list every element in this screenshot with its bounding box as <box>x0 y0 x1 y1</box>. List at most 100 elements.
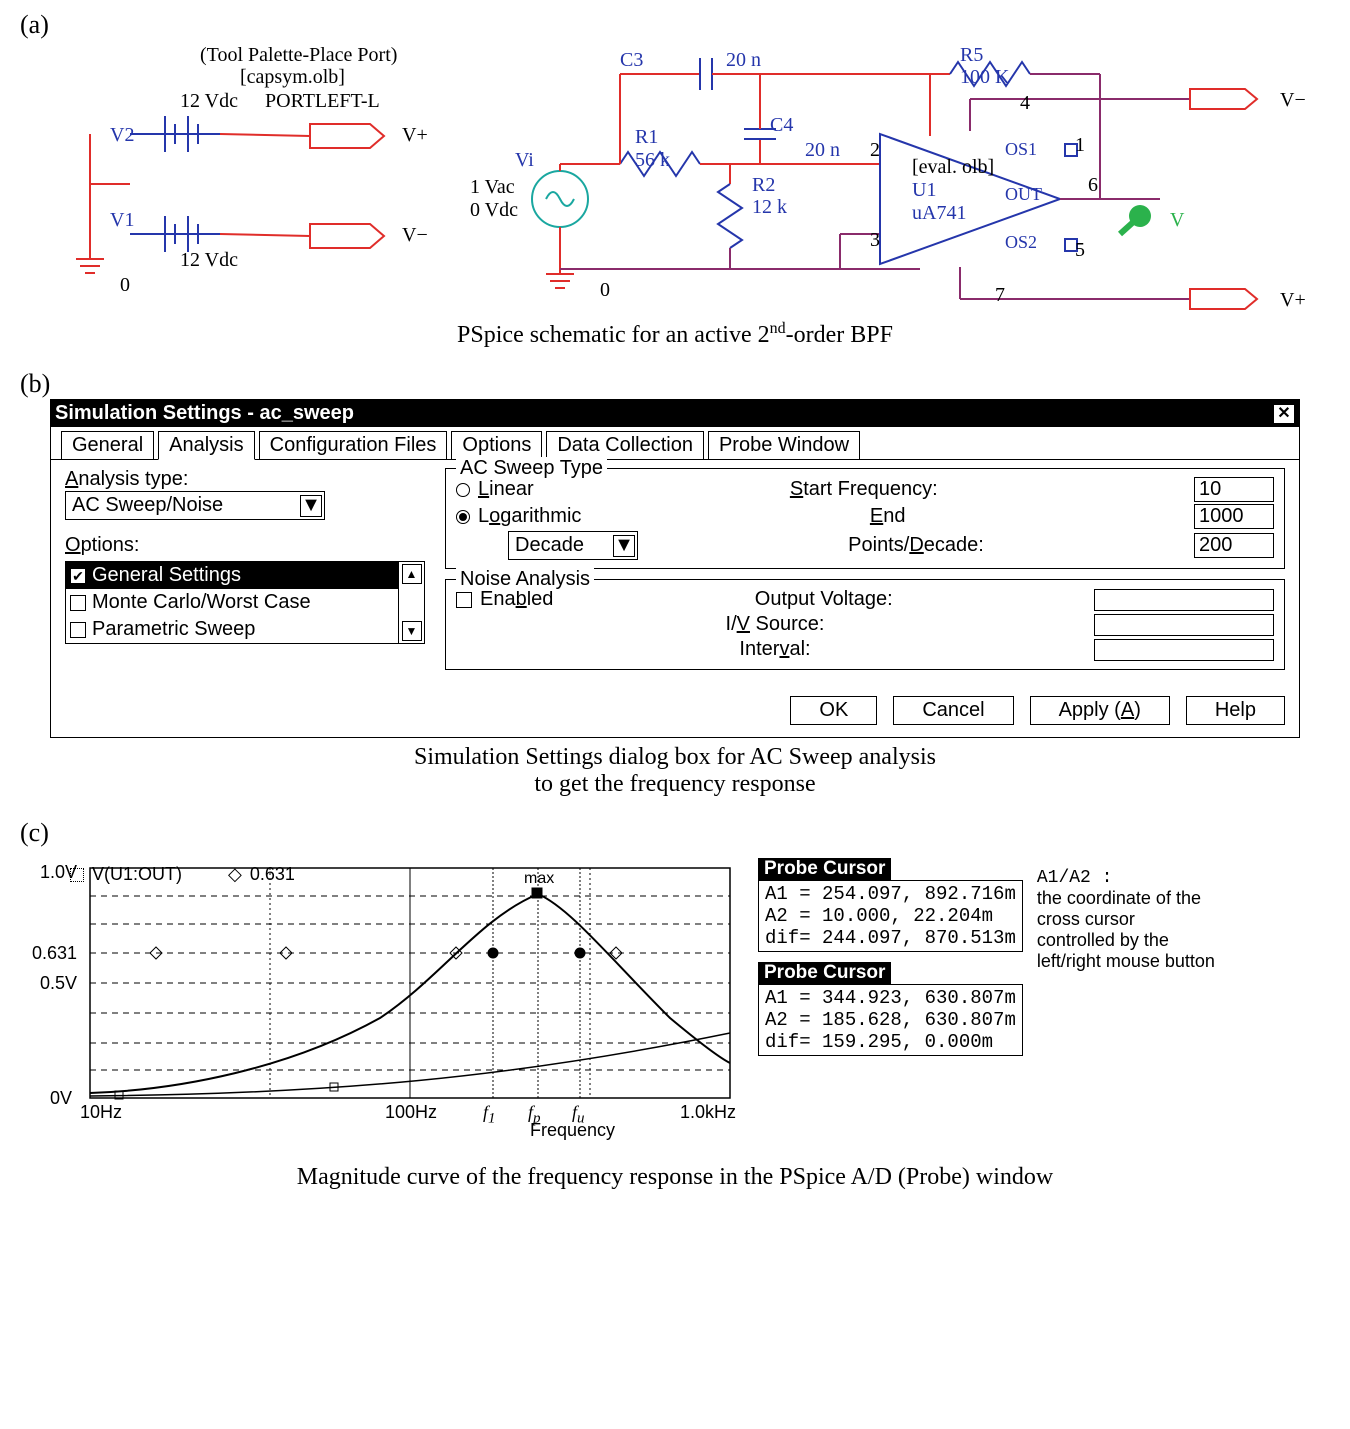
probe-cursor-header-1: Probe Cursor <box>758 858 891 880</box>
log-radio-row[interactable]: Logarithmic <box>456 505 581 528</box>
checkbox-icon[interactable] <box>70 622 86 638</box>
section-c-label: (c) <box>20 818 49 847</box>
ytick-1v: 1.0V <box>40 862 77 883</box>
points-per-decade-input[interactable]: 200 <box>1194 533 1274 558</box>
noise-legend: Noise Analysis <box>456 568 594 591</box>
xtick-100hz: 100Hz <box>385 1102 437 1123</box>
max-marker: max <box>524 870 554 888</box>
tab-config-files[interactable]: Configuration Files <box>259 431 448 460</box>
tabstrip: General Analysis Configuration Files Opt… <box>51 427 1299 460</box>
options-label: Options: <box>65 534 425 557</box>
r1-value: 56 k <box>635 149 670 172</box>
pin2: 2 <box>870 139 880 162</box>
option-parametric-sweep[interactable]: Parametric Sweep <box>66 616 398 643</box>
interval-input[interactable] <box>1094 639 1274 661</box>
tab-options[interactable]: Options <box>451 431 542 460</box>
ua741-label: uA741 <box>912 202 966 225</box>
radio-icon[interactable] <box>456 483 470 497</box>
vac-label: 1 Vac <box>470 176 515 199</box>
close-icon[interactable]: ✕ <box>1273 404 1295 424</box>
gnd0-left: 0 <box>120 274 130 297</box>
tab-probe-window[interactable]: Probe Window <box>708 431 860 460</box>
evalolb-note: [eval. olb] <box>912 156 994 179</box>
c3-label: C3 <box>620 49 643 72</box>
checkbox-icon[interactable] <box>456 592 472 608</box>
scroll-up-icon[interactable]: ▲ <box>402 564 422 584</box>
vdc0-label: 0 Vdc <box>470 199 518 222</box>
v2-label: V2 <box>110 124 134 147</box>
scrollbar[interactable]: ▲ ▼ <box>398 562 424 643</box>
simulation-settings-dialog: Simulation Settings - ac_sweep ✕ General… <box>50 399 1300 738</box>
output-voltage-input[interactable] <box>1094 589 1274 611</box>
caption-c: Magnitude curve of the frequency respons… <box>20 1164 1330 1191</box>
c3-value: 20 n <box>726 49 761 72</box>
xtick-1khz: 1.0kHz <box>680 1102 736 1123</box>
cursor-sidecaption: A1/A2 : the coordinate of the cross curs… <box>1037 868 1217 972</box>
os2-label: OS2 <box>1005 232 1037 253</box>
pspice-schematic: (Tool Palette-Place Port) [capsym.olb] V… <box>20 44 1330 314</box>
analysis-type-value: AC Sweep/Noise <box>72 494 223 517</box>
vplus-right: V+ <box>1280 289 1306 312</box>
vdc-top: 12 Vdc <box>180 90 238 113</box>
section-b-label: (b) <box>20 369 50 398</box>
probe-magnitude-chart: 1.0V 0.631 0.5V 0V 10Hz 100Hz 1.0kHz Fre… <box>30 858 750 1158</box>
v1-label: V1 <box>110 209 134 232</box>
option-general-settings[interactable]: ✔ General Settings <box>66 562 398 589</box>
pin1: 1 <box>1075 134 1085 157</box>
out-label: OUT <box>1005 184 1042 205</box>
gnd0-right: 0 <box>600 279 610 302</box>
ytick-05v: 0.5V <box>40 973 77 994</box>
start-frequency-input[interactable]: 10 <box>1194 477 1274 502</box>
os1-label: OS1 <box>1005 139 1037 160</box>
radio-checked-icon[interactable] <box>456 510 470 524</box>
pin5: 5 <box>1075 239 1085 262</box>
options-listbox[interactable]: ✔ General Settings Monte Carlo/Worst Cas… <box>65 561 425 644</box>
help-button[interactable]: Help <box>1186 696 1285 725</box>
linear-radio-row[interactable]: Linear <box>456 478 534 501</box>
ok-button[interactable]: OK <box>790 696 877 725</box>
checkbox-checked-icon[interactable]: ✔ <box>70 568 86 584</box>
noise-analysis-fieldset: Noise Analysis Enabled Output Voltage: I <box>445 579 1285 670</box>
c4-label: C4 <box>770 114 793 137</box>
tool-palette-note: (Tool Palette-Place Port) <box>200 44 397 67</box>
tab-data-collection[interactable]: Data Collection <box>546 431 704 460</box>
enabled-checkbox-row[interactable]: Enabled <box>456 588 553 611</box>
probe-cursor-1: A1 = 254.097, 892.716m A2 = 10.000, 22.2… <box>758 880 1023 952</box>
tab-general[interactable]: General <box>61 431 154 460</box>
vdc-bottom: 12 Vdc <box>180 249 238 272</box>
pin3: 3 <box>870 229 880 252</box>
dialog-titlebar[interactable]: Simulation Settings - ac_sweep ✕ <box>51 400 1299 427</box>
chevron-down-icon[interactable]: ▼ <box>613 535 635 557</box>
r1-label: R1 <box>635 126 658 149</box>
scroll-down-icon[interactable]: ▼ <box>402 621 422 641</box>
end-frequency-input[interactable]: 1000 <box>1194 504 1274 529</box>
caption-a: PSpice schematic for an active 2nd-order… <box>20 320 1330 349</box>
apply-button[interactable]: Apply (A) <box>1030 696 1170 725</box>
ytick-0v: 0V <box>50 1088 72 1109</box>
cancel-button[interactable]: Cancel <box>893 696 1013 725</box>
analysis-type-select[interactable]: AC Sweep/Noise ▼ <box>65 491 325 520</box>
checkbox-icon[interactable] <box>70 595 86 611</box>
vplus-port-left: V+ <box>402 124 428 147</box>
portleft-l-label: PORTLEFT-L <box>265 90 380 113</box>
xtick-10hz: 10Hz <box>80 1102 122 1123</box>
section-a-label: (a) <box>20 10 49 39</box>
iv-source-input[interactable] <box>1094 614 1274 636</box>
u1-label: U1 <box>912 179 936 202</box>
option-montecarlo[interactable]: Monte Carlo/Worst Case <box>66 589 398 616</box>
c4-value: 20 n <box>805 139 840 162</box>
dialog-title: Simulation Settings - ac_sweep <box>55 402 354 425</box>
analysis-type-label: Analysis type: <box>65 468 425 491</box>
vi-label: Vi <box>515 149 534 172</box>
ytick-0631: 0.631 <box>32 943 77 964</box>
pin7: 7 <box>995 284 1005 307</box>
probe-cursor-header-2: Probe Cursor <box>758 962 891 984</box>
tab-analysis[interactable]: Analysis <box>158 431 254 460</box>
r2-value: 12 k <box>752 196 787 219</box>
output-voltage-label: Output Voltage: <box>755 588 893 611</box>
caption-b: Simulation Settings dialog box for AC Sw… <box>20 744 1330 798</box>
decade-select[interactable]: Decade ▼ <box>508 531 638 560</box>
probe-cursor-2: A1 = 344.923, 630.807m A2 = 185.628, 630… <box>758 984 1023 1056</box>
capsym-note: [capsym.olb] <box>240 66 345 89</box>
chevron-down-icon[interactable]: ▼ <box>300 495 322 517</box>
